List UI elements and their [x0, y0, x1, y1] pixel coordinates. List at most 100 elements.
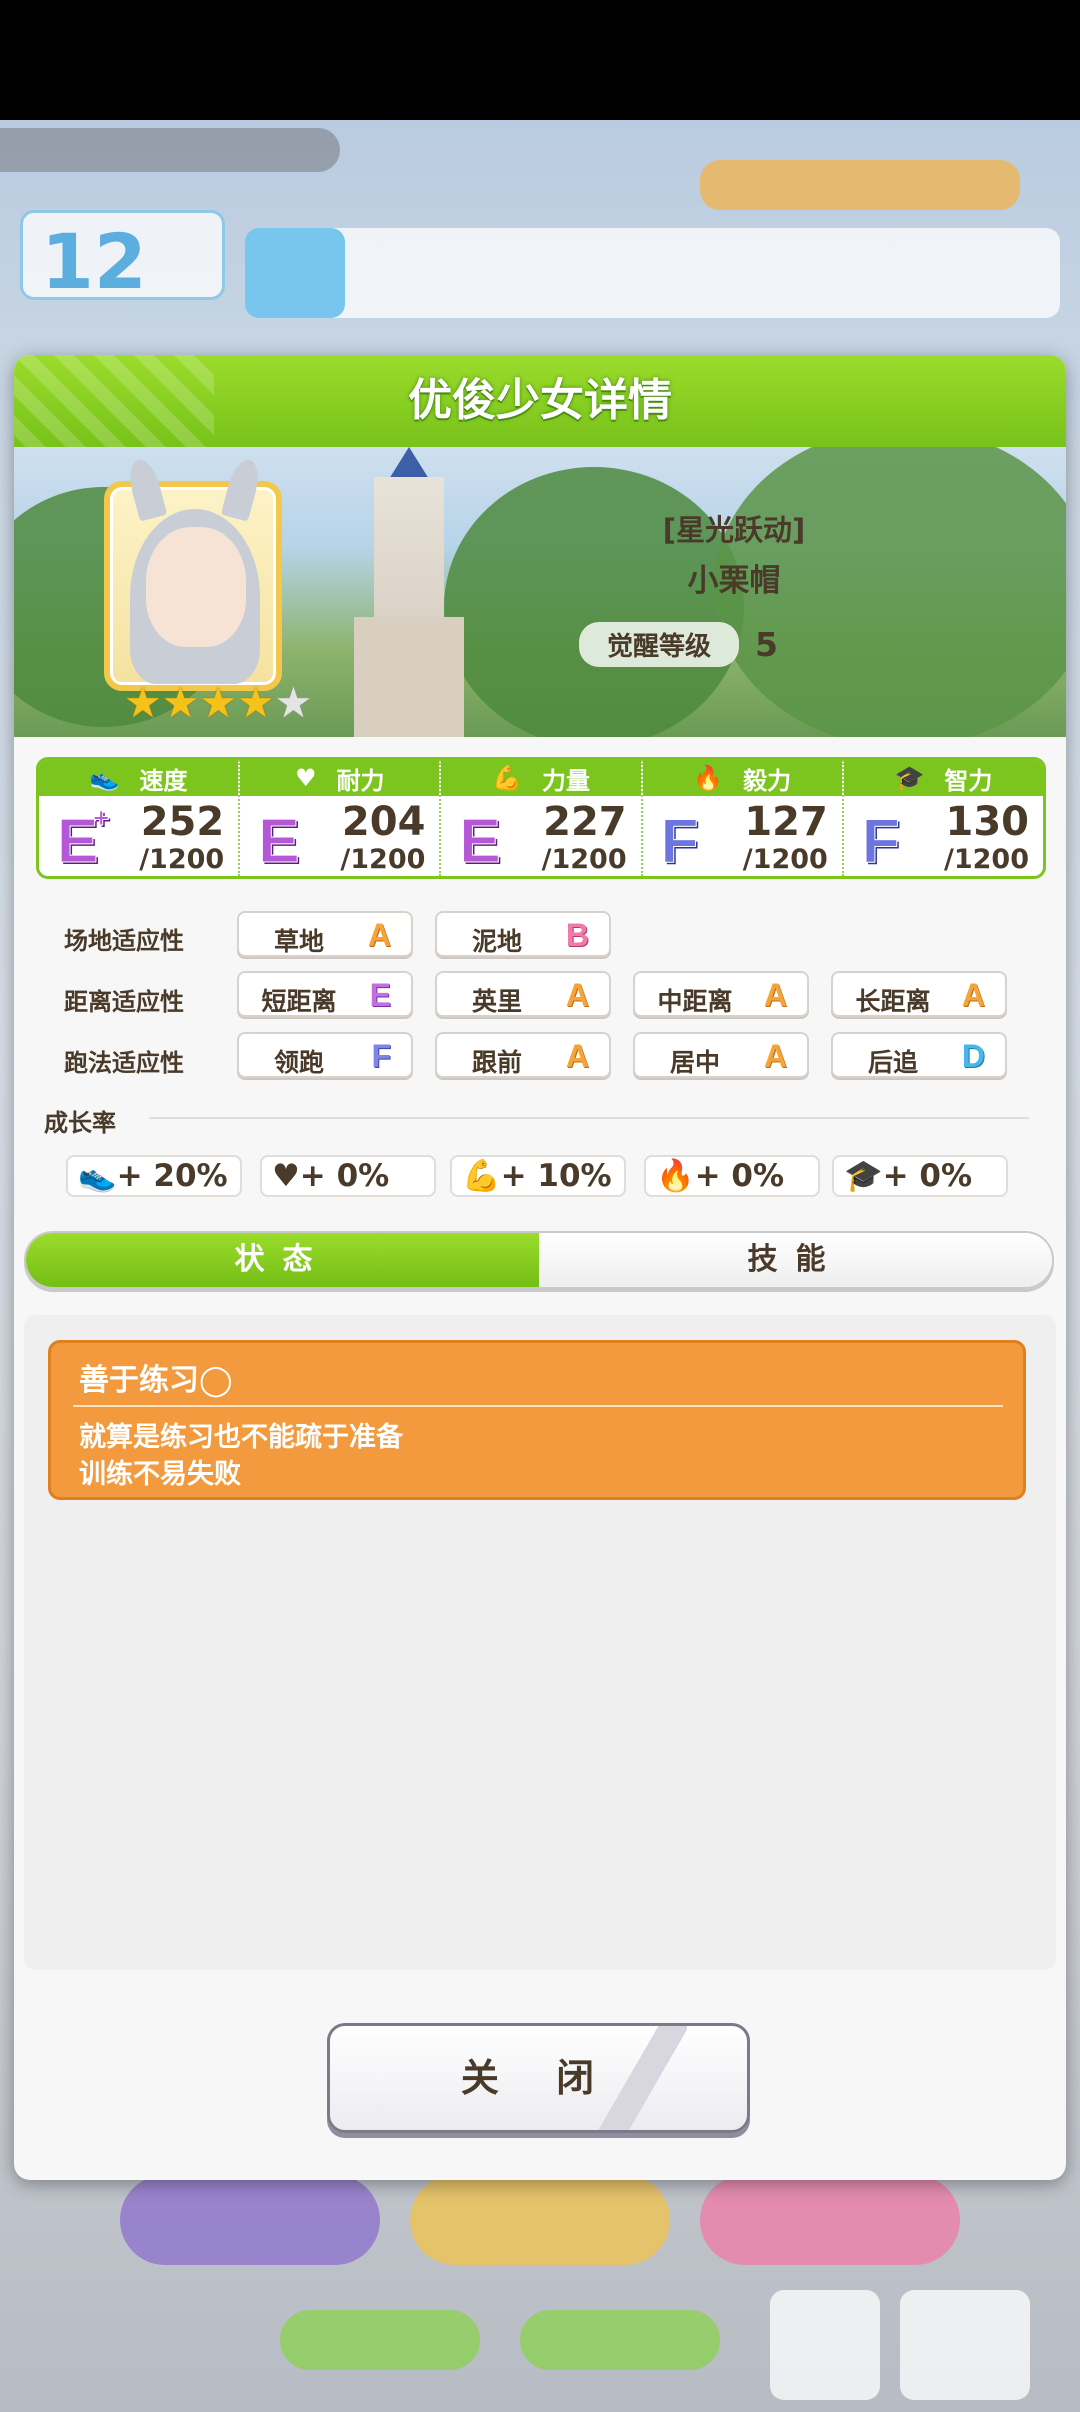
- stat-max: /1200: [340, 844, 426, 875]
- distance-chip-mile: 英里 A: [435, 971, 611, 1017]
- hud-event-bar: [700, 160, 1020, 210]
- hud-button-6: [770, 2290, 880, 2400]
- stat-grade: E: [258, 807, 300, 877]
- hud-button-2: [410, 2175, 670, 2265]
- awaken-level-value: 5: [755, 625, 778, 664]
- hud-goal-panel: [245, 228, 1060, 318]
- fire-icon: 🔥: [693, 764, 724, 792]
- hud-menu-button: [900, 2290, 1030, 2400]
- fire-icon: 🔥: [656, 1158, 695, 1194]
- character-epithet: [星光跃动]: [662, 513, 806, 547]
- growth-guts: 🔥+ 0%: [644, 1155, 820, 1197]
- distance-chip-long: 长距离 A: [831, 971, 1007, 1017]
- hud-button-1: [120, 2175, 380, 2265]
- close-button[interactable]: 关 闭: [327, 2023, 750, 2133]
- distance-chip-medium: 中距离 A: [633, 971, 809, 1017]
- portrait-ear-right: [220, 456, 264, 522]
- growth-speed: 👟+ 20%: [66, 1155, 242, 1197]
- stat-grade: F: [861, 807, 900, 877]
- star-filled-icon: ★: [124, 678, 162, 727]
- shoe-icon: 👟: [78, 1158, 117, 1194]
- condition-description: 就算是练习也不能疏于准备 训练不易失败: [79, 1422, 403, 1490]
- growth-divider: [149, 1117, 1029, 1119]
- hud-top-bar: [0, 128, 340, 172]
- portrait-ear-left: [124, 456, 168, 522]
- stats-panel: 👟 速度 E + 252 /1200 ♥ 耐力 E 204 /1200 💪 力量 E 2…: [36, 757, 1046, 879]
- close-button-label: 关 闭: [460, 2056, 617, 2100]
- hud-turn-counter: 12: [20, 210, 225, 306]
- growth-wisdom: 🎓+ 0%: [832, 1155, 1008, 1197]
- heart-icon: ♥: [272, 1158, 300, 1194]
- graduation-cap-icon: 🎓: [894, 764, 925, 792]
- stat-value: 204: [341, 799, 426, 845]
- detail-tabs: 状态 技能: [24, 1231, 1054, 1289]
- strategy-chip-late: 居中 A: [633, 1032, 809, 1078]
- track-aptitude-label: 场地适应性: [64, 927, 184, 955]
- stat-grade: E: [459, 807, 501, 877]
- distance-aptitude-label: 距离适应性: [64, 988, 184, 1016]
- stat-label: 毅力: [743, 766, 792, 795]
- stat-wisdom: 🎓 智力 F 130 /1200: [843, 760, 1043, 877]
- stat-label: 耐力: [336, 766, 385, 795]
- hud-button-5: [520, 2310, 720, 2370]
- stat-label: 智力: [944, 766, 993, 795]
- tab-status[interactable]: 状态: [26, 1233, 539, 1287]
- stat-value: 227: [543, 799, 627, 845]
- star-filled-icon: ★: [236, 678, 275, 727]
- stat-stamina: ♥ 耐力 E 204 /1200: [240, 760, 442, 877]
- stat-grade: F: [660, 807, 699, 877]
- awaken-level-label: 觉醒等级: [579, 622, 740, 667]
- hud-goal-badge: [245, 228, 345, 318]
- star-filled-icon: ★: [199, 678, 237, 727]
- strategy-chip-front: 领跑 F: [237, 1032, 413, 1078]
- condition-card[interactable]: 善于练习◯ 就算是练习也不能疏于准备 训练不易失败: [48, 1340, 1026, 1500]
- stat-label: 速度: [139, 766, 188, 795]
- rarity-stars: ★ ★ ★ ★ ★: [124, 682, 312, 724]
- stat-power: 💪 力量 E 227 /1200: [441, 760, 643, 877]
- strategy-aptitude-label: 跑法适应性: [64, 1049, 184, 1077]
- growth-stamina: ♥+ 0%: [260, 1155, 436, 1197]
- condition-divider: [73, 1405, 1003, 1407]
- dialog-header: 优俊少女详情: [14, 355, 1066, 447]
- stat-max: /1200: [944, 844, 1030, 875]
- stat-max: /1200: [541, 844, 627, 875]
- stat-speed: 👟 速度 E + 252 /1200: [39, 760, 241, 877]
- stat-guts: 🔥 毅力 F 127 /1200: [642, 760, 844, 877]
- status-bar: [0, 0, 1080, 120]
- turn-number: 12: [41, 217, 147, 306]
- character-info: [星光跃动] 小栗帽: [569, 507, 899, 600]
- muscle-icon: 💪: [462, 1158, 501, 1194]
- character-name: 小栗帽: [687, 563, 781, 599]
- heart-icon: ♥: [295, 764, 317, 792]
- awaken-level: 觉醒等级 5: [579, 622, 778, 667]
- strategy-chip-pace: 跟前 A: [435, 1032, 611, 1078]
- muscle-icon: 💪: [492, 764, 522, 792]
- dialog-title: 优俊少女详情: [408, 375, 672, 426]
- character-portrait[interactable]: [104, 456, 282, 691]
- strategy-chip-end: 后追 D: [831, 1032, 1007, 1078]
- stat-value: 252: [140, 799, 225, 845]
- condition-name: 善于练习◯: [79, 1363, 233, 1398]
- stat-max: /1200: [742, 844, 828, 875]
- hud-button-3: [700, 2175, 960, 2265]
- track-chip-turf: 草地 A: [237, 911, 413, 957]
- character-banner: ★ ★ ★ ★ ★ [星光跃动] 小栗帽 觉醒等级 5: [14, 447, 1066, 737]
- track-chip-dirt: 泥地 B: [435, 911, 611, 957]
- stat-value: 130: [945, 799, 1030, 845]
- stat-value: 127: [744, 799, 828, 845]
- umamusume-detail-dialog: 优俊少女详情 ★ ★ ★ ★ ★ [星光跃动] 小栗帽 觉醒等级 5 👟 速度 E + 25…: [14, 355, 1066, 2180]
- distance-chip-short: 短距离 E: [237, 971, 413, 1017]
- school-building: [354, 617, 464, 737]
- growth-rate-label: 成长率: [44, 1109, 116, 1137]
- star-filled-icon: ★: [161, 678, 200, 727]
- portrait-face: [146, 527, 246, 647]
- star-empty-icon: ★: [274, 678, 313, 727]
- stat-label: 力量: [541, 766, 590, 795]
- stat-max: /1200: [139, 844, 225, 875]
- stat-grade: E +: [56, 802, 110, 877]
- hud-button-4: [280, 2310, 480, 2370]
- graduation-cap-icon: 🎓: [844, 1158, 883, 1194]
- shoe-icon: 👟: [89, 764, 120, 792]
- growth-power: 💪+ 10%: [450, 1155, 626, 1197]
- tab-skills[interactable]: 技能: [539, 1233, 1052, 1287]
